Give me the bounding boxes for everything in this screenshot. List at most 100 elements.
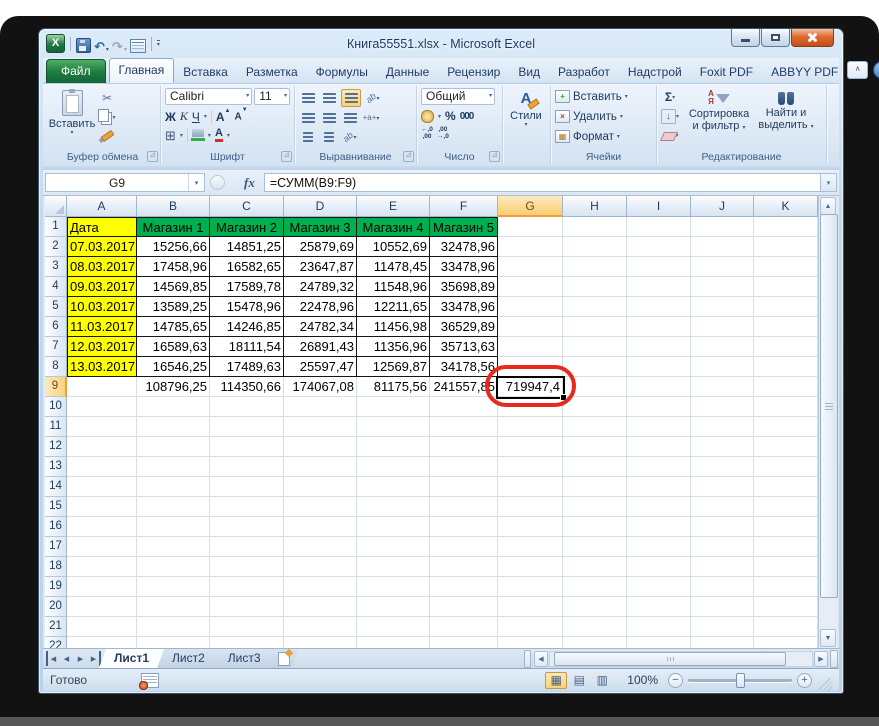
cell-D11[interactable] xyxy=(284,417,357,437)
number-format-combobox[interactable]: Общий▾ xyxy=(421,88,495,105)
cell-E17[interactable] xyxy=(357,537,430,557)
cell-I4[interactable] xyxy=(627,277,691,297)
cell-H19[interactable] xyxy=(563,577,627,597)
next-sheet-button[interactable]: ▶ xyxy=(74,651,87,666)
cell-F22[interactable] xyxy=(430,637,498,648)
cell-B15[interactable] xyxy=(137,497,210,517)
cell-H2[interactable] xyxy=(563,237,627,257)
merge-dropdown-icon[interactable]: ▾ xyxy=(376,115,379,122)
cell-D13[interactable] xyxy=(284,457,357,477)
decrease-indent-button[interactable] xyxy=(299,129,317,145)
cell-D22[interactable] xyxy=(284,637,357,648)
cell-A9[interactable] xyxy=(67,377,137,397)
row-header-19[interactable]: 19 xyxy=(45,577,67,597)
cell-I10[interactable] xyxy=(627,397,691,417)
delete-cells-button[interactable]: × Удалить ▾ xyxy=(555,108,652,125)
cell-E4[interactable]: 11548,96 xyxy=(357,277,430,297)
font-dialog-launcher[interactable]: ◿ xyxy=(281,151,292,162)
sheet-tab-Лист3[interactable]: Лист3 xyxy=(213,649,276,668)
cell-I2[interactable] xyxy=(627,237,691,257)
row-header-15[interactable]: 15 xyxy=(45,497,67,517)
cell-C14[interactable] xyxy=(210,477,284,497)
row-header-7[interactable]: 7 xyxy=(45,337,67,357)
cell-B14[interactable] xyxy=(137,477,210,497)
cell-A8[interactable]: 13.03.2017 xyxy=(67,357,137,377)
cell-K19[interactable] xyxy=(754,577,818,597)
cell-E21[interactable] xyxy=(357,617,430,637)
clipboard-dialog-launcher[interactable]: ◿ xyxy=(147,151,158,162)
cell-H20[interactable] xyxy=(563,597,627,617)
cell-G5[interactable] xyxy=(498,297,563,317)
cell-A15[interactable] xyxy=(67,497,137,517)
cell-K1[interactable] xyxy=(754,217,818,237)
tab-Формулы[interactable]: Формулы xyxy=(307,62,377,83)
cell-A4[interactable]: 09.03.2017 xyxy=(67,277,137,297)
cell-E11[interactable] xyxy=(357,417,430,437)
cell-H18[interactable] xyxy=(563,557,627,577)
alignment-dialog-launcher[interactable]: ◿ xyxy=(403,151,414,162)
cell-G19[interactable] xyxy=(498,577,563,597)
cell-F11[interactable] xyxy=(430,417,498,437)
cell-K15[interactable] xyxy=(754,497,818,517)
cell-K21[interactable] xyxy=(754,617,818,637)
cell-E18[interactable] xyxy=(357,557,430,577)
cell-A20[interactable] xyxy=(67,597,137,617)
cell-A6[interactable]: 11.03.2017 xyxy=(67,317,137,337)
cell-J21[interactable] xyxy=(691,617,754,637)
cell-A10[interactable] xyxy=(67,397,137,417)
cell-G21[interactable] xyxy=(498,617,563,637)
orientation-button[interactable]: ab▾ xyxy=(364,90,382,106)
cell-J13[interactable] xyxy=(691,457,754,477)
wrap-text-button[interactable]: ab▾ xyxy=(341,129,359,145)
cell-I17[interactable] xyxy=(627,537,691,557)
cell-G20[interactable] xyxy=(498,597,563,617)
fill-button[interactable]: ↓▾ xyxy=(661,108,679,124)
cell-B2[interactable]: 15256,66 xyxy=(137,237,210,257)
cell-B9[interactable]: 108796,25 xyxy=(137,377,210,397)
cell-J16[interactable] xyxy=(691,517,754,537)
cell-A17[interactable] xyxy=(67,537,137,557)
cell-K2[interactable] xyxy=(754,237,818,257)
cell-C4[interactable]: 17589,78 xyxy=(210,277,284,297)
format-cells-button[interactable]: ▦ Формат ▾ xyxy=(555,128,652,145)
cell-C15[interactable] xyxy=(210,497,284,517)
align-middle-button[interactable] xyxy=(320,90,338,106)
maximize-button[interactable] xyxy=(761,29,790,47)
column-header-K[interactable]: K xyxy=(754,196,818,216)
cell-J18[interactable] xyxy=(691,557,754,577)
cell-B12[interactable] xyxy=(137,437,210,457)
cell-A7[interactable]: 12.03.2017 xyxy=(67,337,137,357)
cell-C17[interactable] xyxy=(210,537,284,557)
cell-I1[interactable] xyxy=(627,217,691,237)
cell-E8[interactable]: 12569,87 xyxy=(357,357,430,377)
cell-I12[interactable] xyxy=(627,437,691,457)
column-header-B[interactable]: B xyxy=(137,196,210,216)
font-color-dropdown-icon[interactable]: ▾ xyxy=(227,132,230,139)
cell-B13[interactable] xyxy=(137,457,210,477)
name-box[interactable]: G9 ▾ xyxy=(45,173,205,192)
cell-F12[interactable] xyxy=(430,437,498,457)
shrink-font-button[interactable]: А▼ xyxy=(234,111,247,122)
row-header-12[interactable]: 12 xyxy=(45,437,67,457)
font-color-button[interactable]: А xyxy=(215,128,223,142)
cell-J20[interactable] xyxy=(691,597,754,617)
cell-F15[interactable] xyxy=(430,497,498,517)
styles-dropdown-icon[interactable]: ▾ xyxy=(524,122,527,129)
cell-F13[interactable] xyxy=(430,457,498,477)
undo-dropdown-icon[interactable]: ▾ xyxy=(106,46,109,53)
cell-I11[interactable] xyxy=(627,417,691,437)
cell-A22[interactable] xyxy=(67,637,137,648)
fill-color-button[interactable] xyxy=(192,129,204,137)
tab-split-handle[interactable] xyxy=(524,650,531,668)
fill-color-dropdown-icon[interactable]: ▾ xyxy=(208,132,211,139)
cell-H11[interactable] xyxy=(563,417,627,437)
cell-C7[interactable]: 18111,54 xyxy=(210,337,284,357)
row-header-14[interactable]: 14 xyxy=(45,477,67,497)
increase-decimal-button[interactable]: ←,0,00 xyxy=(421,127,433,140)
paste-button[interactable]: Вставить ▾ xyxy=(49,88,95,150)
cell-G16[interactable] xyxy=(498,517,563,537)
cell-H7[interactable] xyxy=(563,337,627,357)
clear-button[interactable]: ▾ xyxy=(661,127,679,143)
delete-dropdown-icon[interactable]: ▾ xyxy=(620,113,623,120)
row-header-8[interactable]: 8 xyxy=(45,357,67,377)
